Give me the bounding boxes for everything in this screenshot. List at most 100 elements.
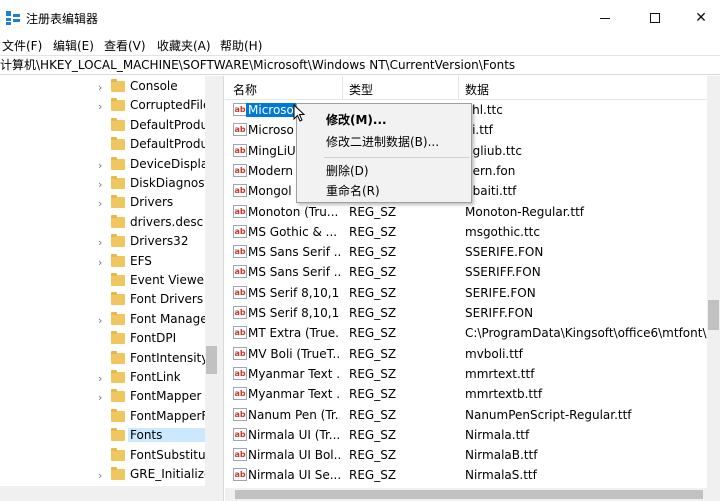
tree-item[interactable]: › Console (0, 78, 205, 97)
tree-item[interactable]: › Drivers32 (0, 233, 205, 252)
cell-type: REG_SZ (349, 204, 397, 219)
tree-item[interactable]: FontSubstitut (0, 447, 205, 466)
cell-data: ngliub.ttc (465, 143, 522, 158)
list-row[interactable]: ab MS Sans Serif ... REG_SZ SSERIFF.FON (225, 262, 707, 282)
tree-item[interactable]: FontDPI (0, 330, 205, 349)
chevron-right-icon[interactable]: › (98, 197, 102, 210)
minimize-button[interactable] (582, 0, 628, 36)
key-tree: › Console › CorruptedFile DefaultProdu Defaul… (0, 76, 218, 501)
list-row[interactable]: ab MT Extra (True... REG_SZ C:\ProgramData\… (225, 323, 707, 343)
list-row[interactable]: abMS Serif 8,10,1... REG_SZ SERIFF.FON (225, 303, 707, 323)
list-row[interactable]: ab Nirmala UI (Tr... REG_SZ Nirmala.ttf (225, 425, 707, 445)
chevron-right-icon[interactable]: › (98, 469, 102, 482)
cell-name: MS Sans Serif ... (248, 245, 340, 260)
tree-item-label: FontSubstitut (130, 447, 205, 462)
list-row[interactable]: ab MV Boli (TrueT... REG_SZ mvboli.ttf (225, 344, 707, 364)
tree-item-label: FontMapper (130, 389, 202, 404)
column-header-type[interactable]: 类型 (349, 81, 373, 98)
tree-item[interactable]: › Font Manage (0, 311, 205, 330)
minimize-icon (600, 17, 610, 19)
cell-name: Nirmala UI Bol... (248, 448, 340, 463)
menu-edit[interactable]: 编辑(E) (53, 37, 94, 54)
cell-name: MS Gothic & ... (248, 224, 338, 239)
column-header-data[interactable]: 数据 (465, 81, 489, 98)
tree-item[interactable]: Event Viewer (0, 272, 205, 291)
pane-splitter[interactable] (218, 76, 224, 501)
cell-data: mmrtextb.ttf (465, 387, 543, 402)
chevron-right-icon[interactable]: › (98, 236, 102, 249)
column-header-name[interactable]: 名称 (233, 81, 257, 98)
chevron-right-icon[interactable]: › (98, 159, 102, 172)
list-vertical-scrollbar[interactable] (707, 76, 720, 488)
menu-help[interactable]: 帮助(H) (220, 37, 262, 54)
tree-item[interactable]: Fonts (0, 427, 205, 446)
tree-item[interactable]: › EFS (0, 253, 205, 272)
chevron-right-icon[interactable]: › (98, 256, 102, 269)
cell-data: NirmalaS.ttf (465, 468, 537, 483)
chevron-right-icon[interactable]: › (98, 314, 102, 327)
tree-item[interactable]: › DiskDiagnost (0, 175, 205, 194)
cell-type: REG_SZ (349, 306, 397, 320)
chevron-right-icon[interactable]: › (98, 372, 102, 385)
tree-item[interactable]: FontIntensity (0, 350, 205, 369)
list-hscroll-thumb[interactable] (235, 490, 703, 499)
cell-name: MV Boli (TrueT... (248, 346, 340, 361)
chevron-right-icon[interactable]: › (98, 178, 102, 191)
folder-icon (111, 389, 125, 403)
address-bar[interactable]: 计算机\HKEY_LOCAL_MACHINE\SOFTWARE\Microsof… (0, 55, 720, 75)
context-modify[interactable]: 修改(M)... (297, 110, 471, 130)
tree-item[interactable]: › GRE_Initialize (0, 466, 205, 485)
chevron-right-icon[interactable]: › (98, 81, 102, 94)
context-rename[interactable]: 重命名(R) (297, 181, 471, 201)
tree-item[interactable]: › FontLink (0, 369, 205, 388)
context-menu: 修改(M)... 修改二进制数据(B)... 删除(D) 重命名(R) (296, 103, 472, 203)
context-modify-binary[interactable]: 修改二进制数据(B)... (297, 132, 471, 152)
list-row[interactable]: ab Monoton (Tru... REG_SZ Monoton-Regular.t… (225, 202, 707, 222)
column-divider[interactable] (458, 76, 459, 100)
string-value-icon: ab (233, 123, 247, 137)
title-bar: 注册表编辑器 ✕ (0, 0, 720, 36)
folder-icon (111, 234, 125, 248)
chevron-right-icon[interactable]: › (98, 100, 102, 113)
context-delete[interactable]: 删除(D) (297, 161, 471, 181)
column-divider[interactable] (342, 76, 343, 100)
tree-vertical-scrollbar[interactable] (205, 76, 218, 486)
tree-item[interactable]: drivers.desc (0, 214, 205, 233)
list-row[interactable]: ab Nirmala UI Bol... REG_SZ NirmalaB.ttf (225, 445, 707, 465)
list-row[interactable]: ab MS Gothic & ... REG_SZ msgothic.ttc (225, 222, 707, 242)
tree-item[interactable]: › DeviceDisplay (0, 156, 205, 175)
close-button[interactable]: ✕ (678, 0, 720, 36)
tree-item[interactable]: Font Drivers (0, 291, 205, 310)
cell-data: yhl.ttc (465, 103, 503, 117)
tree-item[interactable]: › FontMapper (0, 388, 205, 407)
list-row[interactable]: ab MS Sans Serif ... REG_SZ SSERIFE.FON (225, 242, 707, 262)
list-scroll-thumb[interactable] (708, 300, 719, 330)
folder-icon (111, 350, 125, 364)
tree-item[interactable]: › CorruptedFile (0, 97, 205, 116)
tree-item[interactable]: FontMapperF (0, 408, 205, 427)
list-row[interactable]: ab Myanmar Text ... REG_SZ mmrtext.ttf (225, 364, 707, 384)
tree-scroll-thumb[interactable] (206, 346, 217, 374)
tree-item-label: DefaultProdu (130, 137, 205, 152)
tree-item[interactable]: DefaultProdu (0, 117, 205, 136)
menu-favorites[interactable]: 收藏夹(A) (157, 37, 211, 54)
tree-item[interactable]: DefaultProdu (0, 136, 205, 155)
menu-file[interactable]: 文件(F) (2, 37, 42, 54)
list-row[interactable]: ab Myanmar Text ... REG_SZ mmrtextb.ttf (225, 384, 707, 404)
tree-item-label: DefaultProdu (130, 117, 205, 132)
cell-data: mmrtext.ttf (465, 366, 535, 381)
cell-type: REG_SZ (349, 265, 397, 280)
tree-horizontal-scrollbar[interactable] (0, 486, 218, 501)
list-horizontal-scrollbar[interactable] (225, 488, 720, 501)
cell-data: msgothic.ttc (465, 224, 540, 239)
maximize-button[interactable] (632, 0, 678, 36)
list-row[interactable]: ab Nanum Pen (Tr... REG_SZ NanumPenScript-R… (225, 405, 707, 425)
chevron-right-icon[interactable]: › (98, 391, 102, 404)
menu-view[interactable]: 查看(V) (104, 37, 146, 54)
folder-icon (111, 428, 125, 442)
list-row[interactable]: abMS Serif 8,10,1... REG_SZ SERIFE.FON (225, 283, 707, 303)
tree-item[interactable]: › Drivers (0, 194, 205, 213)
list-row[interactable]: ab Nirmala UI Se... REG_SZ NirmalaS.ttf (225, 465, 707, 485)
tree-item-label: Font Drivers (130, 292, 204, 307)
registry-editor-icon (6, 11, 20, 25)
